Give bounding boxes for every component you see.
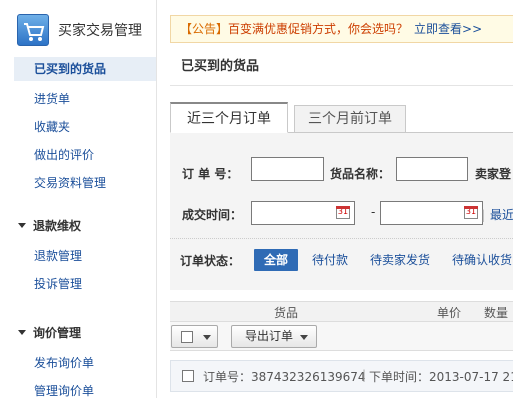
seller-label: 卖家登 [475, 167, 512, 181]
deal-time-label: 成交时间： [182, 208, 243, 222]
status-label: 订单状态： [180, 254, 241, 268]
checkbox-icon [181, 331, 193, 343]
order-row: 订单号：387432326139674 | 下单时间：2013-07-17 21… [170, 360, 513, 392]
order-number: 订单号：387432326139674 [203, 370, 366, 384]
date-separator: - [371, 205, 376, 219]
start-date-input[interactable]: 31 [251, 201, 355, 225]
column-goods: 货品 [274, 306, 299, 320]
chevron-down-icon [203, 335, 211, 340]
sidebar-item-publish-inquiry[interactable]: 发布询价单 [34, 354, 94, 371]
status-all-button[interactable]: 全部 [254, 249, 298, 271]
column-price: 单价 [437, 306, 462, 320]
latest-link[interactable]: | 最近 [481, 206, 513, 223]
status-pending-shipment[interactable]: 待卖家发货 [370, 249, 430, 271]
sidebar-item-favorites[interactable]: 收藏夹 [34, 118, 70, 135]
sidebar-item-manage-inquiry[interactable]: 管理询价单 [34, 382, 94, 398]
page-title: 已买到的货品 [170, 52, 513, 86]
end-date-input[interactable]: 31 [380, 201, 483, 225]
calendar-icon[interactable]: 31 [464, 206, 478, 219]
goods-name-label: 货品名称： [330, 167, 391, 181]
sidebar-item-refund-management[interactable]: 退款管理 [34, 247, 82, 264]
select-all-dropdown[interactable] [171, 325, 218, 348]
collapse-arrow-icon [18, 223, 26, 228]
order-checkbox[interactable] [182, 370, 194, 382]
order-tabs: 近三个月订单 三个月前订单 [170, 102, 513, 133]
separator-bar: | [481, 208, 486, 222]
column-quantity: 数量 [484, 306, 509, 320]
sidebar: 买家交易管理 已买到的货品 进货单 收藏夹 做出的评价 交易资料管理 退款维权 … [0, 0, 157, 398]
sidebar-group-label: 询价管理 [33, 326, 82, 340]
notice-message: 百变满优惠促销方式，你会选吗？ [228, 22, 409, 36]
filter-panel: 订 单 号： 货品名称： 卖家登 成交时间： 31 - 31 | 最近 订单状态：… [170, 133, 513, 290]
sidebar-item-trade-data[interactable]: 交易资料管理 [34, 174, 106, 191]
sidebar-header: 买家交易管理 [0, 0, 157, 52]
status-pending-payment[interactable]: 待付款 [312, 249, 348, 271]
collapse-arrow-icon [18, 330, 26, 335]
sidebar-group-label: 退款维权 [33, 219, 82, 233]
tab-older-than-three-months[interactable]: 三个月前订单 [294, 105, 406, 133]
export-orders-button[interactable]: 导出订单 [231, 325, 317, 348]
table-header: 货品 单价 数量 [170, 301, 513, 322]
sidebar-group-inquiry[interactable]: 询价管理 [18, 324, 81, 341]
notice-view-link[interactable]: 立即查看>> [414, 22, 482, 36]
latest-link-label: 最近 [490, 208, 513, 222]
separator-bar: | [362, 368, 367, 382]
calendar-icon[interactable]: 31 [336, 206, 350, 219]
order-time: 下单时间：2013-07-17 21: [369, 370, 513, 384]
notice-bar: 【公告】百变满优惠促销方式，你会选吗？ 立即查看>> [170, 15, 513, 43]
sidebar-title: 买家交易管理 [58, 23, 142, 39]
order-no-label: 订 单 号： [182, 167, 239, 181]
order-no-input[interactable] [251, 157, 324, 181]
shopping-cart-icon [17, 14, 49, 46]
sidebar-item-purchased-goods[interactable]: 已买到的货品 [14, 57, 156, 81]
export-orders-label: 导出订单 [245, 329, 294, 343]
tab-recent-three-months[interactable]: 近三个月订单 [170, 102, 288, 133]
goods-name-input[interactable] [396, 157, 468, 181]
notice-tag: 【公告】 [180, 22, 229, 36]
sidebar-item-complaint-management[interactable]: 投诉管理 [34, 275, 82, 292]
sidebar-item-purchase-list[interactable]: 进货单 [34, 90, 70, 107]
sidebar-group-refund[interactable]: 退款维权 [18, 217, 81, 234]
table-toolbar: 导出订单 [170, 322, 513, 351]
chevron-down-icon [300, 335, 308, 340]
filter-divider [170, 238, 513, 239]
main-content: 【公告】百变满优惠促销方式，你会选吗？ 立即查看>> 已买到的货品 近三个月订单 … [157, 0, 513, 398]
status-pending-confirmation[interactable]: 待确认收货 [452, 249, 512, 271]
sidebar-item-reviews[interactable]: 做出的评价 [34, 146, 94, 163]
